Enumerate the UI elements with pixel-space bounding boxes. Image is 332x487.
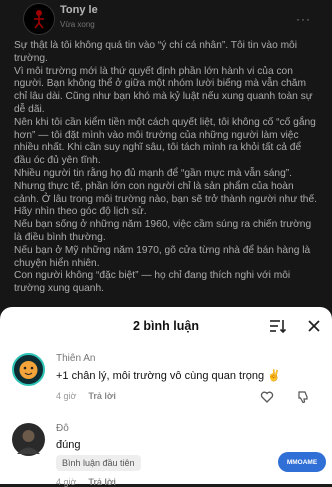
commenter-name[interactable]: Đô: [56, 423, 69, 434]
post-paragraph: Hãy nhìn theo góc độ lịch sử.: [14, 206, 147, 218]
comment-text: đúng: [56, 439, 81, 451]
comment-meta: 4 giờ Trả lời: [56, 391, 116, 401]
dislike-icon[interactable]: [296, 390, 310, 404]
more-options-button[interactable]: ···: [296, 12, 311, 26]
post-paragraph: Nếu bạn ở Mỹ những năm 1970, gõ cửa từng…: [14, 244, 311, 269]
heart-icon[interactable]: [260, 390, 274, 404]
stick-figure-icon: [34, 10, 44, 29]
person-photo-icon: [17, 430, 40, 454]
commenter-avatar[interactable]: [12, 353, 45, 386]
post-paragraph: Con người không “đặc biệt” — họ chỉ đang…: [14, 270, 291, 295]
post-paragraph: Nhiều người tin rằng họ đủ mạnh để “gần …: [14, 167, 317, 205]
comment-time: 4 giờ: [56, 391, 77, 401]
post-time: Vừa xong: [60, 20, 95, 29]
sort-icon[interactable]: [268, 317, 286, 335]
reply-button[interactable]: Trả lời: [88, 477, 115, 487]
comment-text: +1 chân lý, môi trường vô cùng quan trọn…: [56, 370, 281, 382]
post-author[interactable]: Tony le: [60, 4, 98, 16]
first-comment-tag: Bình luận đầu tiên: [56, 455, 141, 471]
comment-meta: 4 giờ Trả lời: [56, 477, 116, 487]
author-avatar[interactable]: [23, 3, 55, 35]
tiger-icon: [19, 361, 38, 379]
commenter-name[interactable]: Thiên An: [56, 353, 95, 364]
post-card: Tony le Vừa xong ··· Sự thật là tôi khôn…: [0, 0, 332, 330]
commenter-avatar[interactable]: [12, 423, 45, 456]
post-paragraph: Nên khi tôi cần kiểm tiền một cách quyết…: [14, 116, 316, 167]
watermark-badge: MMOAME: [278, 452, 326, 472]
post-body: Sự thật là tôi không quá tin vào “ý chí …: [14, 40, 320, 296]
post-paragraph: Sự thật là tôi không quá tin vào “ý chí …: [14, 40, 297, 64]
comment-time: 4 giờ: [56, 477, 77, 487]
reply-button[interactable]: Trả lời: [88, 391, 115, 401]
post-paragraph: Nếu bạn sống ở những năm 1960, việc cầm …: [14, 219, 312, 243]
watermark-text: MMOAME: [286, 458, 318, 466]
post-header: Tony le Vừa xong ···: [0, 0, 332, 36]
close-icon[interactable]: [306, 318, 322, 334]
post-paragraph: Vì môi trường mới là thứ quyết định phần…: [14, 65, 313, 115]
